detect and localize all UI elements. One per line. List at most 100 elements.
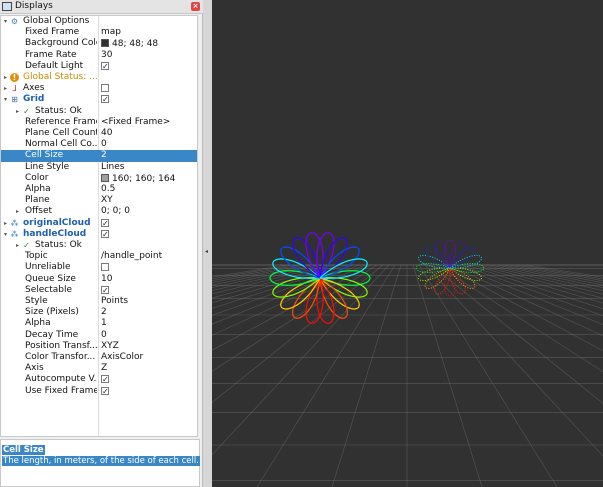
tree-row[interactable]: ▸! Global Status: ...: [1, 72, 197, 83]
tree-row[interactable]: Alpha 0.5: [1, 184, 197, 195]
property-label: Normal Cell Co...: [25, 139, 97, 150]
tree-row[interactable]: ▸ ⅃ Axes: [1, 83, 197, 94]
property-value[interactable]: ✓: [101, 285, 197, 296]
property-value[interactable]: 0: [101, 139, 197, 150]
property-value[interactable]: 2: [101, 307, 197, 318]
tree-row[interactable]: Line Style Lines: [1, 162, 197, 173]
value-text: 160; 160; 164: [112, 173, 176, 184]
property-value[interactable]: ✓: [101, 386, 197, 397]
property-value[interactable]: 1: [101, 318, 197, 329]
tree-row[interactable]: Position Transf... XYZ: [1, 341, 197, 352]
tree-row[interactable]: ▸ Offset 0; 0; 0: [1, 206, 197, 217]
property-value[interactable]: 0; 0; 0: [101, 206, 197, 217]
tree-row[interactable]: Topic/handle_point: [1, 251, 197, 262]
tree-row[interactable]: Unreliable: [1, 262, 197, 273]
property-value[interactable]: XY: [101, 195, 197, 206]
property-value[interactable]: 40: [101, 128, 197, 139]
tree-row[interactable]: Default Light ✓: [1, 61, 197, 72]
property-value[interactable]: /handle_point: [101, 251, 197, 262]
property-value[interactable]: ✓: [101, 94, 197, 105]
scene-canvas[interactable]: [212, 0, 603, 487]
property-label: Plane Cell Count: [25, 128, 97, 138]
expand-down-icon[interactable]: ▾: [2, 94, 9, 105]
tree-row[interactable]: ▾ ⊞ Grid ✓: [1, 94, 197, 105]
expand-right-icon[interactable]: ▸: [14, 106, 21, 117]
checkbox[interactable]: ✓: [101, 229, 109, 238]
property-value[interactable]: Points: [101, 296, 197, 307]
property-value[interactable]: Lines: [101, 162, 197, 173]
property-label: originalCloud: [23, 217, 91, 228]
property-value[interactable]: 10: [101, 274, 197, 285]
grid-line: [454, 264, 603, 325]
checkbox[interactable]: ✓: [101, 95, 109, 104]
expand-down-icon[interactable]: ▾: [2, 229, 9, 240]
expand-right-icon[interactable]: ▸: [2, 72, 9, 83]
property-value[interactable]: 2: [101, 150, 197, 161]
close-icon[interactable]: ×: [191, 2, 200, 11]
tree-row[interactable]: Style Points: [1, 296, 197, 307]
panel-splitter[interactable]: ◂: [204, 0, 212, 487]
checkbox[interactable]: [101, 263, 109, 272]
value-text: Lines: [101, 161, 125, 172]
value-text: 2: [101, 307, 107, 318]
expand-right-icon[interactable]: ▸: [14, 206, 21, 217]
pointcloud-icon: ⁂: [10, 229, 19, 239]
expand-right-icon[interactable]: ▸: [2, 83, 9, 94]
expand-right-icon[interactable]: ▸: [2, 218, 9, 229]
property-value[interactable]: 0: [101, 330, 197, 341]
property-value[interactable]: XYZ: [101, 341, 197, 352]
tree-row[interactable]: Color 160; 160; 164: [1, 173, 197, 184]
color-swatch[interactable]: [101, 39, 109, 48]
property-label: Autocompute V...: [25, 374, 97, 385]
tree-row[interactable]: Cell Size 2: [1, 150, 197, 162]
tree-row[interactable]: Size (Pixels) 2: [1, 307, 197, 318]
tree-row[interactable]: Alpha 1: [1, 318, 197, 329]
property-label: Use Fixed Frame: [25, 385, 97, 396]
tree-row[interactable]: Fixed Frame map: [1, 27, 197, 38]
checkbox[interactable]: ✓: [101, 61, 109, 70]
tree-row[interactable]: ▾ ⚙ Global Options: [1, 16, 197, 27]
checkbox[interactable]: ✓: [101, 375, 109, 384]
tree-row[interactable]: ▸ ✓ Status: Ok: [1, 240, 197, 251]
value-text: 0.5: [101, 184, 116, 194]
property-tree[interactable]: ▾ ⚙ Global Options Fixed Frame map Background…: [0, 15, 198, 437]
tree-row[interactable]: Selectable ✓: [1, 285, 197, 296]
grid-line: [436, 264, 603, 373]
value-text: map: [101, 27, 121, 38]
checkbox[interactable]: ✓: [101, 218, 109, 227]
tree-row[interactable]: Axis Z: [1, 363, 197, 374]
tree-row[interactable]: ▸ ⁂ originalCloud ✓: [1, 217, 197, 229]
property-value[interactable]: ✓: [101, 229, 197, 240]
tree-row[interactable]: Queue Size 10: [1, 274, 197, 285]
collapse-arrow-icon[interactable]: ◂: [205, 248, 208, 255]
tree-row[interactable]: Background Color 48; 48; 48: [1, 38, 197, 49]
tree-row[interactable]: ▸ ✓ Status: Ok: [1, 106, 197, 117]
property-value[interactable]: <Fixed Frame>: [101, 117, 197, 128]
tree-row[interactable]: Frame Rate 30: [1, 50, 197, 61]
property-value[interactable]: 30: [101, 50, 197, 61]
tree-row[interactable]: Normal Cell Co... 0: [1, 139, 197, 150]
property-value[interactable]: ✓: [101, 218, 197, 229]
tree-row[interactable]: Plane Cell Count 40: [1, 128, 197, 139]
checkbox[interactable]: ✓: [101, 386, 109, 395]
value-text: 0: [101, 139, 107, 150]
tree-row[interactable]: Decay Time 0: [1, 330, 197, 341]
tree-row[interactable]: Color Transfor... AxisColor: [1, 352, 197, 363]
color-swatch[interactable]: [101, 173, 109, 182]
property-value[interactable]: map: [101, 27, 197, 38]
tree-row[interactable]: ▾ ⁂ handleCloud ✓: [1, 229, 197, 240]
property-value[interactable]: AxisColor: [101, 352, 197, 363]
property-value[interactable]: Z: [101, 363, 197, 374]
property-value[interactable]: 0.5: [101, 184, 197, 195]
property-value[interactable]: ✓: [101, 61, 197, 72]
expand-right-icon[interactable]: ▸: [14, 240, 21, 251]
checkbox[interactable]: ✓: [101, 285, 109, 294]
tree-row[interactable]: Autocompute V... ✓: [1, 374, 197, 385]
tree-row[interactable]: Use Fixed Frame ✓: [1, 385, 197, 397]
checkbox[interactable]: [101, 84, 109, 93]
tree-row[interactable]: Plane XY: [1, 195, 197, 206]
tree-row[interactable]: Reference Frame <Fixed Frame>: [1, 117, 197, 128]
3d-viewport[interactable]: [212, 0, 603, 487]
property-value[interactable]: ✓: [101, 374, 197, 385]
expand-down-icon[interactable]: ▾: [2, 16, 9, 27]
